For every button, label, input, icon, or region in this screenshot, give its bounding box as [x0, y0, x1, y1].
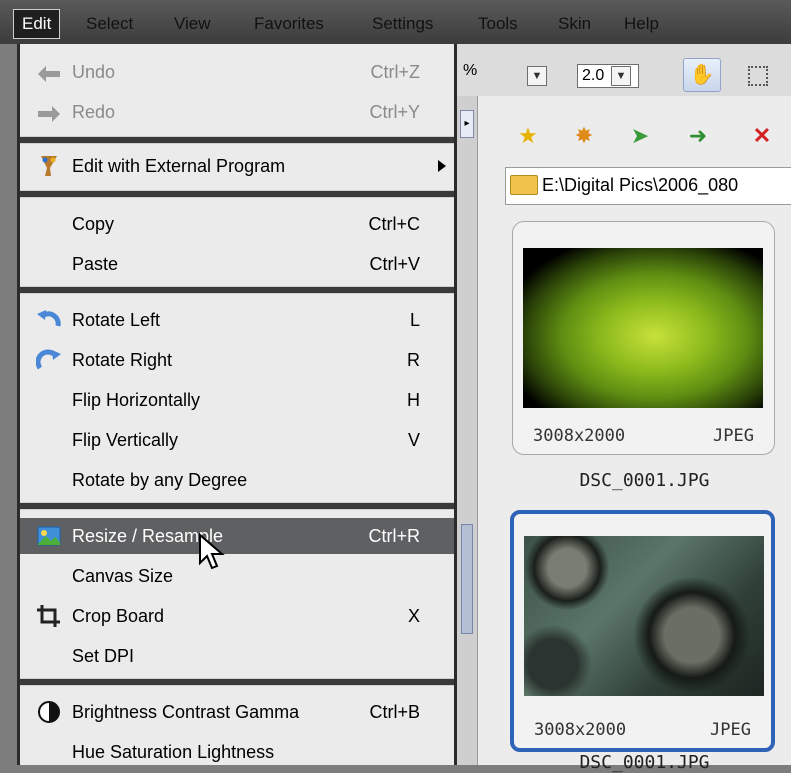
menu-item-label: Rotate Left	[72, 310, 161, 330]
menu-item-label: Rotate Right	[72, 350, 173, 370]
thumbnail-image	[523, 248, 763, 408]
menu-separator	[20, 678, 454, 686]
menu-edit[interactable]: Edit	[12, 9, 61, 39]
menu-favorites[interactable]: Favorites	[246, 10, 332, 38]
menu-skin[interactable]: Skin	[550, 10, 599, 38]
menu-item-shortcut: V	[407, 430, 420, 450]
undo-icon	[38, 66, 60, 82]
thumbnail-filename: DSC_0001.JPG	[579, 470, 710, 491]
move-folder-icon[interactable]: ➤	[626, 122, 654, 150]
menu-item-shortcut: Ctrl+V	[369, 254, 420, 274]
menu-item-label: Set DPI	[72, 646, 135, 666]
brightness-contrast-icon	[38, 701, 60, 723]
menu-separator	[20, 190, 454, 198]
menu-view[interactable]: View	[166, 10, 219, 38]
menu-item-label: Hue Saturation Lightness	[72, 742, 275, 762]
panel-divider: ▸	[457, 96, 478, 765]
thumbnail-card-selected[interactable]: 3008x2000 JPEG	[510, 510, 775, 752]
menu-item-label: Flip Horizontally	[72, 390, 201, 410]
copy-file-icon[interactable]: ➜	[684, 122, 712, 150]
menu-item-undo: Undo Ctrl+Z	[20, 54, 454, 90]
menu-item-label: Copy	[72, 214, 115, 234]
menu-tools[interactable]: Tools	[470, 10, 526, 38]
crop-icon	[37, 605, 60, 627]
external-program-icon	[41, 156, 57, 176]
menu-item-redo: Redo Ctrl+Y	[20, 94, 454, 130]
menu-item-label: Edit with External Program	[72, 156, 286, 176]
resize-icon	[37, 526, 61, 546]
menu-help[interactable]: Help	[616, 10, 667, 38]
menu-separator	[20, 286, 454, 294]
menu-item-set-dpi[interactable]: Set DPI	[20, 638, 454, 674]
edit-menu: Undo Ctrl+Z Redo Ctrl+Y Edit with Extern…	[17, 44, 457, 765]
menu-item-crop-board[interactable]: Crop Board X	[20, 598, 454, 634]
menu-item-label: Redo	[72, 102, 116, 122]
image-dimensions: 3008x2000	[534, 720, 627, 740]
image-format: JPEG	[713, 426, 754, 446]
submenu-arrow-icon	[438, 160, 446, 172]
menu-item-edit-external[interactable]: Edit with External Program	[20, 148, 454, 184]
ratio-dropdown-icon[interactable]: ▼	[611, 66, 631, 86]
path-text: E:\Digital Pics\2006_080	[542, 175, 739, 195]
menu-settings[interactable]: Settings	[364, 10, 441, 38]
splitter-grip[interactable]	[461, 524, 473, 634]
delete-icon[interactable]: ✕	[748, 122, 776, 150]
menubar: Edit Select View Favorites Settings Tool…	[0, 0, 791, 44]
marquee-select-icon[interactable]	[748, 66, 768, 86]
menu-item-label: Flip Vertically	[72, 430, 179, 450]
rotate-right-icon	[36, 349, 61, 370]
image-dimensions: 3008x2000	[533, 426, 626, 446]
menu-item-resize-resample[interactable]: Resize / Resample Ctrl+R	[20, 518, 454, 554]
menu-item-flip-vertically[interactable]: Flip Vertically V	[20, 422, 454, 458]
rotate-left-icon	[37, 310, 61, 327]
menu-select[interactable]: Select	[78, 10, 141, 38]
hand-tool-icon[interactable]: ✋	[683, 58, 721, 92]
menu-item-rotate-any-degree[interactable]: Rotate by any Degree	[20, 462, 454, 498]
menu-item-label: Brightness Contrast Gamma	[72, 702, 300, 722]
menu-item-shortcut: L	[409, 310, 420, 330]
menu-item-shortcut: R	[407, 350, 420, 370]
favorite-star-icon[interactable]: ★	[514, 122, 542, 150]
menu-item-shortcut: Ctrl+R	[368, 526, 420, 546]
menu-item-shortcut: Ctrl+B	[369, 702, 420, 722]
menu-item-label: Rotate by any Degree	[72, 470, 248, 490]
menu-item-shortcut: Ctrl+C	[368, 214, 420, 234]
menu-item-label: Paste	[72, 254, 119, 274]
new-folder-icon[interactable]: ✸	[570, 122, 598, 150]
menu-item-shortcut: Ctrl+Z	[370, 62, 421, 82]
menu-item-copy[interactable]: Copy Ctrl+C	[20, 206, 454, 242]
menu-item-brightness-contrast-gamma[interactable]: Brightness Contrast Gamma Ctrl+B	[20, 694, 454, 730]
menu-item-rotate-left[interactable]: Rotate Left L	[20, 302, 454, 338]
menu-item-shortcut: Ctrl+Y	[369, 102, 420, 122]
collapse-arrow-icon[interactable]: ▸	[460, 110, 474, 138]
menu-separator	[20, 502, 454, 510]
menu-item-rotate-right[interactable]: Rotate Right R	[20, 342, 454, 378]
menu-separator	[20, 136, 454, 144]
menu-item-shortcut: H	[407, 390, 420, 410]
menu-item-shortcut: X	[407, 606, 420, 626]
menu-item-paste[interactable]: Paste Ctrl+V	[20, 246, 454, 282]
thumbnail-filename: DSC_0001.JPG	[579, 752, 710, 773]
menu-item-label: Canvas Size	[72, 566, 174, 586]
menu-item-label: Crop Board	[72, 606, 165, 626]
image-format: JPEG	[710, 720, 751, 740]
zoom-dropdown-icon[interactable]: ▼	[527, 66, 547, 86]
thumbnail-image	[524, 536, 764, 696]
menu-item-canvas-size[interactable]: Canvas Size	[20, 558, 454, 594]
thumbnail-card[interactable]: 3008x2000 JPEG	[512, 221, 775, 455]
menu-item-flip-horizontally[interactable]: Flip Horizontally H	[20, 382, 454, 418]
folder-icon	[510, 175, 538, 195]
menu-item-label: Undo	[72, 62, 116, 82]
mouse-cursor-icon	[199, 533, 225, 570]
redo-icon	[38, 106, 60, 122]
zoom-value: %	[463, 62, 478, 79]
